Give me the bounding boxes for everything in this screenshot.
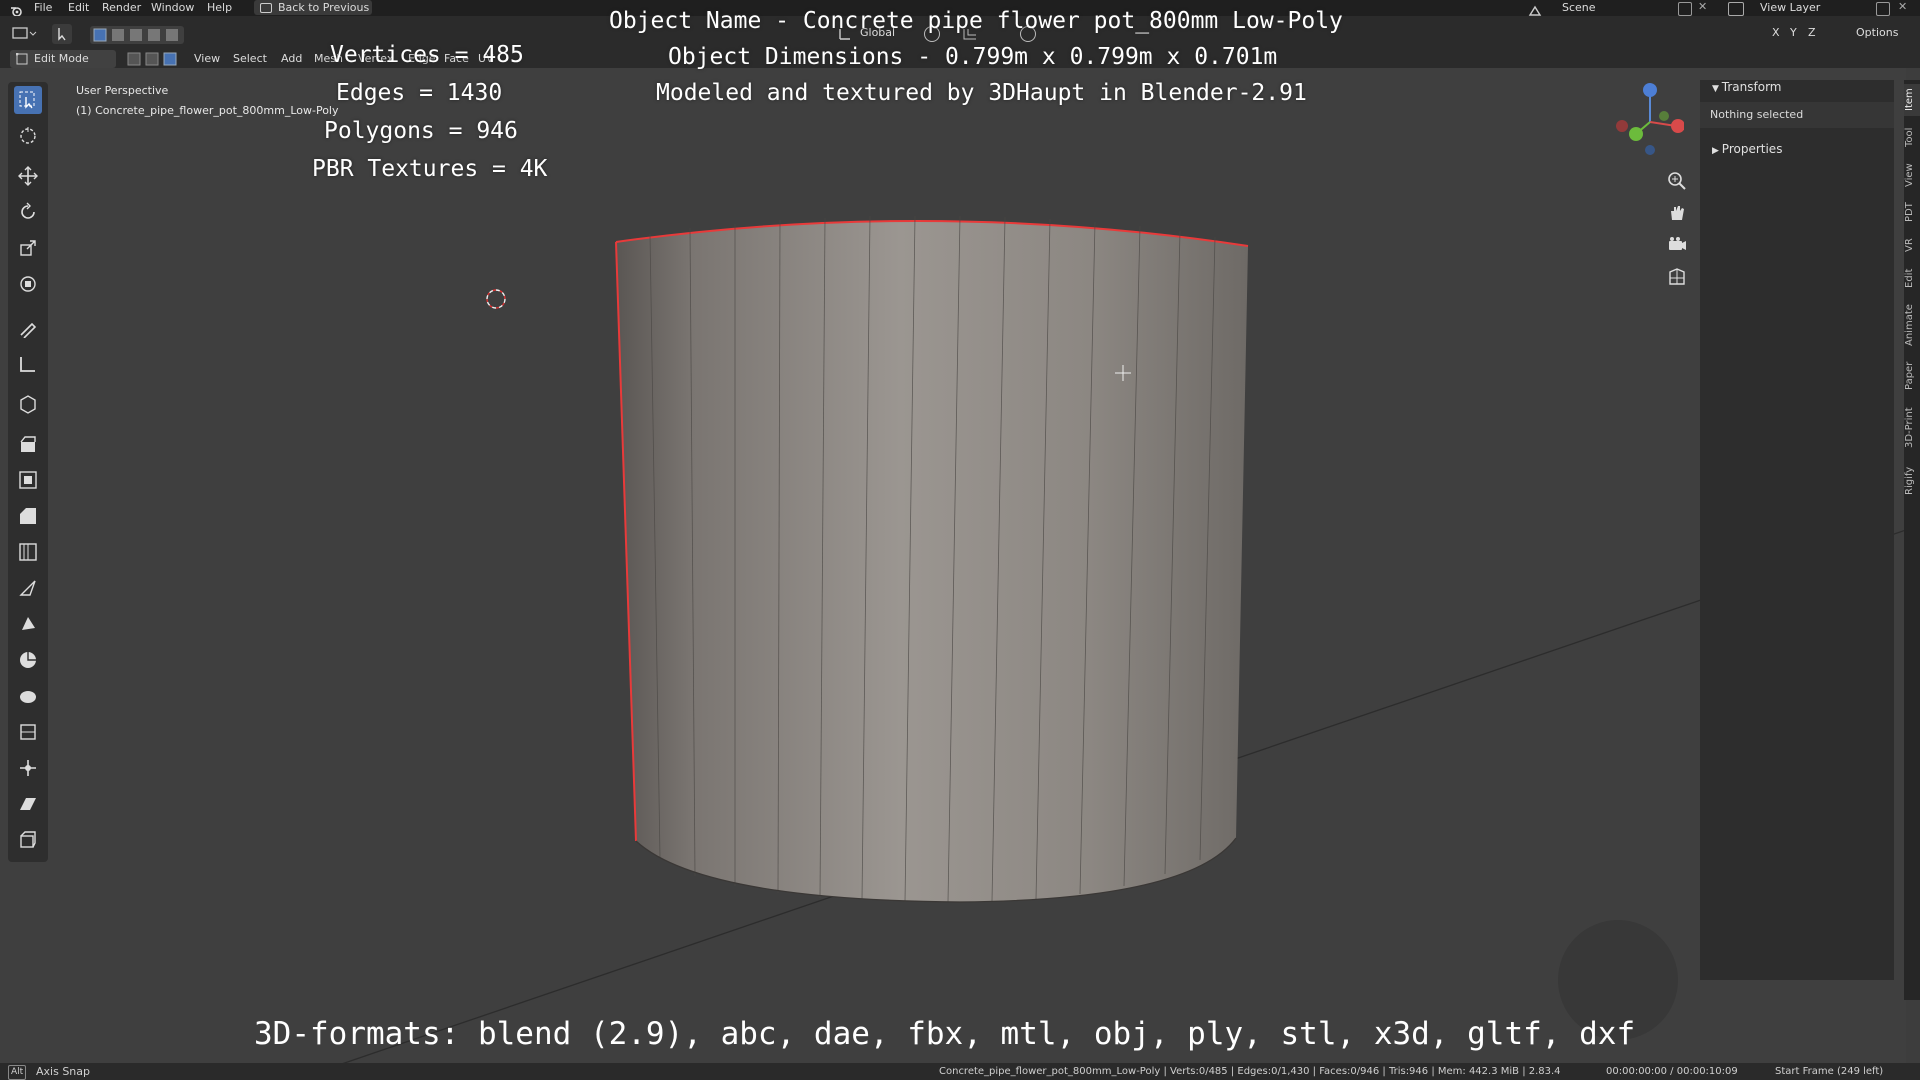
mode-label: Edit Mode — [34, 52, 89, 65]
3d-cursor-icon[interactable] — [486, 289, 506, 309]
close-view-layer-icon[interactable]: ✕ — [1898, 0, 1907, 13]
tab-pdt[interactable]: PDT — [1904, 198, 1920, 226]
scene-canvas — [329, 215, 1906, 1068]
shrink-fatten-tool-icon[interactable] — [14, 754, 42, 782]
transform-label: Transform — [1721, 80, 1782, 94]
poly-build-tool-icon[interactable] — [14, 610, 42, 638]
nothing-selected-box: Nothing selected — [1700, 102, 1894, 128]
properties-label: Properties — [1721, 142, 1783, 156]
add-cube-tool-icon[interactable] — [14, 390, 42, 418]
properties-panel-header[interactable]: ▶ Properties — [1712, 142, 1782, 156]
mesh-select-modes[interactable] — [126, 50, 182, 68]
navigation-gizmo[interactable] — [1608, 80, 1684, 156]
tab-animate[interactable]: Animate — [1904, 300, 1920, 350]
measure-tool-icon[interactable] — [14, 350, 42, 378]
overlay-formats: 3D-formats: blend (2.9), abc, dae, fbx, … — [254, 1016, 1636, 1052]
camera-view-icon[interactable] — [1666, 234, 1688, 256]
transform-panel-header[interactable]: ▼ Transform — [1712, 80, 1782, 94]
loop-cut-tool-icon[interactable] — [14, 538, 42, 566]
copy-view-layer-icon[interactable] — [1876, 2, 1890, 16]
overlay-object-dimensions: Object Dimensions - 0.799m x 0.799m x 0.… — [668, 44, 1278, 70]
edge-slide-tool-icon[interactable] — [14, 718, 42, 746]
edit-mode-icon — [15, 52, 28, 65]
move-tool-icon[interactable] — [14, 162, 42, 190]
editor-type-icon[interactable] — [12, 26, 38, 42]
menu-add[interactable]: Add — [281, 50, 302, 68]
annotate-tool-icon[interactable] — [14, 314, 42, 342]
spin-tool-icon[interactable] — [14, 646, 42, 674]
view-layer-selector[interactable]: View Layer — [1760, 0, 1820, 16]
mirror-y-toggle[interactable]: Y — [1790, 26, 1797, 39]
axis-snap-hint: Axis Snap — [36, 1065, 90, 1078]
stat-edges: Edges = 1430 — [336, 80, 503, 106]
mode-selector[interactable]: Edit Mode — [10, 50, 116, 68]
smooth-tool-icon[interactable] — [14, 682, 42, 710]
tab-3d-print[interactable]: 3D-Print — [1904, 402, 1920, 454]
zoom-icon[interactable] — [1666, 170, 1688, 192]
knife-tool-icon[interactable] — [14, 574, 42, 602]
options-dropdown[interactable]: Options — [1856, 26, 1898, 39]
mirror-z-toggle[interactable]: Z — [1808, 26, 1816, 39]
stat-pbr-textures: PBR Textures = 4K — [312, 156, 548, 182]
viewport-perspective-label: User Perspective — [76, 84, 169, 97]
menu-window[interactable]: Window — [151, 0, 194, 16]
active-object-label: (1) Concrete_pipe_flower_pot_800mm_Low-P… — [76, 104, 339, 117]
3d-viewport[interactable] — [0, 68, 1906, 1068]
tab-rigify[interactable]: Rigify — [1904, 462, 1920, 500]
overlay-object-name: Object Name - Concrete pipe flower pot_8… — [609, 8, 1343, 34]
stat-polygons: Polygons = 946 — [324, 118, 518, 144]
ortho-grid-icon[interactable] — [1666, 266, 1688, 288]
tab-tool[interactable]: Tool — [1904, 122, 1920, 152]
nothing-selected-label: Nothing selected — [1710, 108, 1804, 121]
overlay-credit: Modeled and textured by 3DHaupt in Blend… — [656, 80, 1307, 106]
menu-file[interactable]: File — [34, 0, 52, 16]
select-box-tool[interactable] — [14, 86, 42, 114]
bevel-tool-icon[interactable] — [14, 502, 42, 530]
back-to-previous-button[interactable]: Back to Previous — [254, 0, 372, 15]
tab-vr[interactable]: VR — [1904, 234, 1920, 256]
close-scene-icon[interactable]: ✕ — [1698, 0, 1707, 13]
scene-selector[interactable]: Scene — [1562, 0, 1596, 16]
transform-tool-icon[interactable] — [14, 270, 42, 298]
tab-edit[interactable]: Edit — [1904, 264, 1920, 292]
back-to-previous-label: Back to Previous — [278, 1, 370, 14]
rotate-tool-icon[interactable] — [14, 198, 42, 226]
scene-statistics: Concrete_pipe_flower_pot_800mm_Low-Poly … — [939, 1066, 1561, 1077]
tab-paper[interactable]: Paper — [1904, 358, 1920, 394]
playback-time: 00:00:00:00 / 00:00:10:09 — [1606, 1066, 1738, 1077]
inset-tool-icon[interactable] — [14, 466, 42, 494]
tab-item[interactable]: Item — [1904, 84, 1920, 116]
selection-mode-buttons[interactable] — [90, 26, 184, 44]
expand-arrow-icon: ▼ — [1712, 84, 1722, 94]
menu-select[interactable]: Select — [233, 50, 267, 68]
pan-hand-icon[interactable] — [1666, 202, 1688, 224]
view-layer-icon[interactable] — [1728, 2, 1744, 16]
mirror-x-toggle[interactable]: X — [1772, 26, 1780, 39]
menu-view[interactable]: View — [194, 50, 220, 68]
collapsed-arrow-icon: ▶ — [1712, 146, 1722, 156]
menu-help[interactable]: Help — [207, 0, 232, 16]
copy-scene-icon[interactable] — [1678, 2, 1692, 16]
rip-region-tool-icon[interactable] — [14, 826, 42, 854]
tab-view[interactable]: View — [1904, 160, 1920, 190]
menu-render[interactable]: Render — [102, 0, 141, 16]
cursor-tool-icon[interactable] — [14, 122, 42, 150]
stat-vertices: Vertices = 485 — [330, 42, 524, 68]
sidebar-n-panel: ▼ Transform Nothing selected ▶ Propertie… — [1700, 80, 1894, 980]
concrete-pot-mesh[interactable] — [615, 215, 1249, 903]
menu-edit[interactable]: Edit — [68, 0, 89, 16]
tool-shelf — [8, 82, 48, 862]
alt-key-hint: Alt — [8, 1065, 27, 1080]
screen-icon — [260, 3, 272, 13]
shear-tool-icon[interactable] — [14, 790, 42, 818]
blender-logo-icon[interactable] — [10, 2, 22, 17]
status-bar: Alt Axis Snap Concrete_pipe_flower_pot_8… — [0, 1063, 1920, 1080]
sidebar-tabs: Item Tool View PDT VR Edit Animate Paper… — [1904, 80, 1920, 1000]
select-tool-mode-icon[interactable] — [52, 24, 72, 44]
frame-info: Start Frame (249 left) — [1775, 1066, 1884, 1077]
extrude-tool-icon[interactable] — [14, 430, 42, 458]
scene-icon[interactable] — [1528, 2, 1542, 16]
scale-tool-icon[interactable] — [14, 234, 42, 262]
